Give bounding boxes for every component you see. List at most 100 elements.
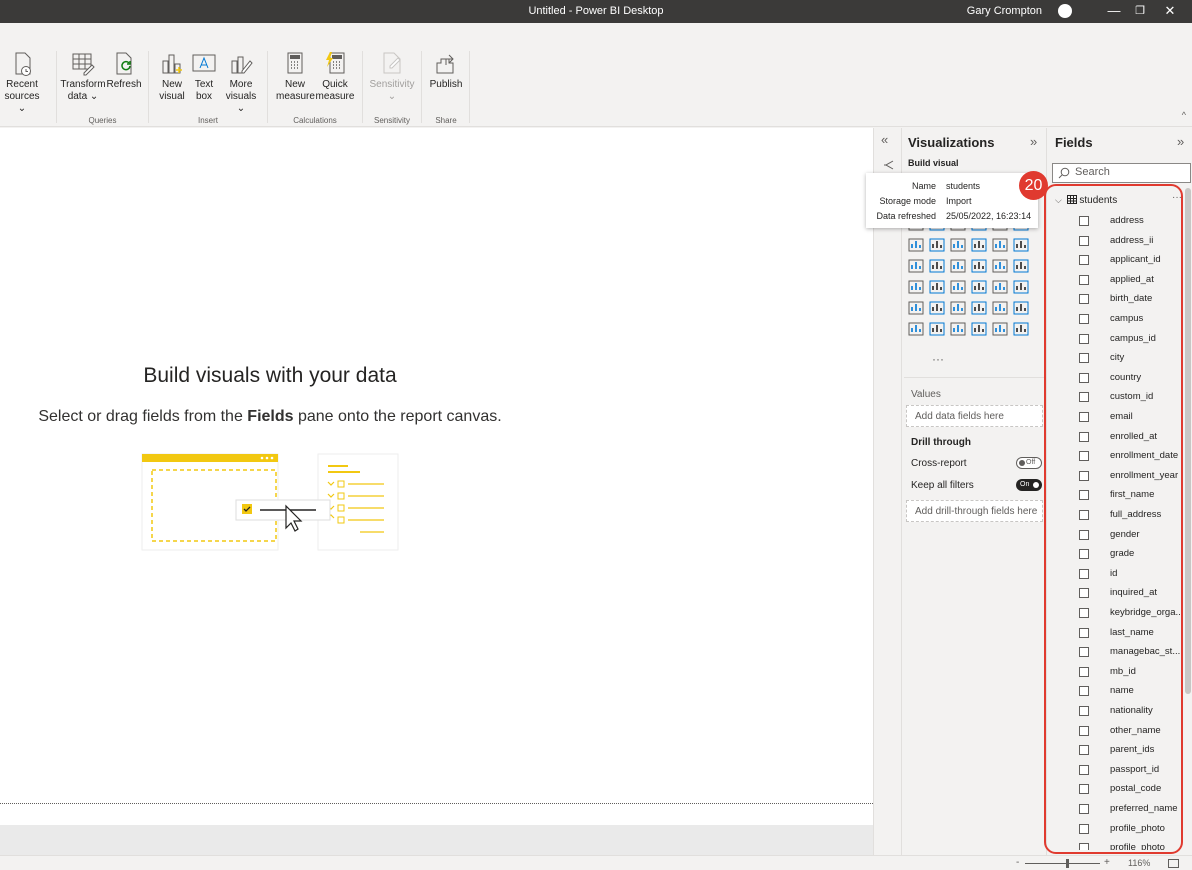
field-checkbox[interactable] xyxy=(1079,529,1089,540)
field-checkbox[interactable] xyxy=(1079,549,1089,560)
decomposition-tree-icon[interactable] xyxy=(908,321,926,337)
paginated-report-icon[interactable] xyxy=(971,321,989,337)
azure-map-icon[interactable] xyxy=(950,279,968,295)
visualizations-collapse-button[interactable]: » xyxy=(1030,134,1037,149)
field-checkbox[interactable] xyxy=(1079,431,1089,442)
r-visual-icon[interactable] xyxy=(971,300,989,316)
line-chart-icon[interactable] xyxy=(908,237,926,253)
field-item[interactable]: grade xyxy=(1047,547,1187,566)
zoom-out-button[interactable]: - xyxy=(1016,857,1019,868)
line-clustered-column-icon[interactable] xyxy=(992,237,1010,253)
field-checkbox[interactable] xyxy=(1079,843,1089,850)
text-box-button[interactable]: Text box xyxy=(190,51,218,103)
more-visuals-dots[interactable]: ··· xyxy=(932,352,944,366)
publish-button[interactable]: Publish xyxy=(427,51,465,91)
field-checkbox[interactable] xyxy=(1079,294,1089,305)
zoom-slider-thumb[interactable] xyxy=(1066,859,1069,868)
fit-to-page-icon[interactable] xyxy=(1168,859,1179,868)
field-item[interactable]: applicant_id xyxy=(1047,253,1187,272)
close-button[interactable]: ✕ xyxy=(1160,2,1180,20)
field-checkbox[interactable] xyxy=(1079,216,1089,226)
field-item[interactable]: applied_at xyxy=(1047,273,1187,292)
field-item[interactable]: gender xyxy=(1047,528,1187,547)
field-item[interactable]: enrollment_date xyxy=(1047,449,1187,468)
field-checkbox[interactable] xyxy=(1079,823,1089,834)
pie-chart-icon[interactable] xyxy=(971,258,989,274)
field-checkbox[interactable] xyxy=(1079,274,1089,285)
slicer-icon[interactable] xyxy=(908,300,926,316)
keep-all-filters-toggle[interactable]: On xyxy=(1016,479,1042,491)
field-checkbox[interactable] xyxy=(1079,510,1089,520)
field-item[interactable]: other_name xyxy=(1047,724,1187,743)
multi-row-card-icon[interactable] xyxy=(992,279,1010,295)
recent-sources-button[interactable]: Recent sources ⌄ xyxy=(2,51,42,115)
field-item[interactable]: passport_id xyxy=(1047,763,1187,782)
ribbon-chart-icon[interactable] xyxy=(1013,237,1031,253)
transform-data-button[interactable]: Transform data ⌄ xyxy=(60,51,106,103)
card-icon[interactable] xyxy=(971,279,989,295)
field-item[interactable]: name xyxy=(1047,684,1187,703)
build-visual-icon[interactable] xyxy=(883,159,895,171)
field-item[interactable]: profile_photo xyxy=(1047,841,1187,850)
quick-measure-button[interactable]: Quick measure xyxy=(314,51,356,103)
field-checkbox[interactable] xyxy=(1079,451,1089,462)
table-icon[interactable] xyxy=(929,300,947,316)
power-apps-icon[interactable] xyxy=(1013,321,1031,337)
field-checkbox[interactable] xyxy=(1079,568,1089,579)
field-item[interactable]: enrolled_at xyxy=(1047,430,1187,449)
new-visual-button[interactable]: New visual xyxy=(155,51,189,103)
drill-through-well[interactable]: Add drill-through fields here xyxy=(906,500,1043,522)
field-checkbox[interactable] xyxy=(1079,490,1089,501)
field-item[interactable]: enrollment_year xyxy=(1047,469,1187,488)
cross-report-toggle[interactable]: Off xyxy=(1016,457,1042,469)
field-item[interactable]: profile_photo xyxy=(1047,822,1187,841)
field-item[interactable]: mb_id xyxy=(1047,665,1187,684)
scatter-icon[interactable] xyxy=(950,258,968,274)
zoom-slider-track[interactable] xyxy=(1025,863,1100,864)
field-item[interactable]: nationality xyxy=(1047,704,1187,723)
field-checkbox[interactable] xyxy=(1079,725,1089,736)
field-checkbox[interactable] xyxy=(1079,333,1089,344)
field-item[interactable]: id xyxy=(1047,567,1187,586)
field-checkbox[interactable] xyxy=(1079,470,1089,481)
field-item[interactable]: full_address xyxy=(1047,508,1187,527)
donut-chart-icon[interactable] xyxy=(992,258,1010,274)
field-item[interactable]: preferred_name xyxy=(1047,802,1187,821)
field-item[interactable]: keybridge_orga... xyxy=(1047,606,1187,625)
search-input[interactable]: Search xyxy=(1052,163,1191,183)
field-checkbox[interactable] xyxy=(1079,706,1089,716)
field-checkbox[interactable] xyxy=(1079,764,1089,775)
field-item[interactable]: postal_code xyxy=(1047,782,1187,801)
minimize-button[interactable]: — xyxy=(1104,2,1124,20)
field-checkbox[interactable] xyxy=(1079,588,1089,599)
field-item[interactable]: address xyxy=(1047,214,1187,233)
field-checkbox[interactable] xyxy=(1079,412,1089,422)
field-checkbox[interactable] xyxy=(1079,686,1089,697)
filters-pane-collapsed[interactable]: « xyxy=(873,128,901,855)
map-icon[interactable] xyxy=(908,279,926,295)
filled-map-icon[interactable] xyxy=(929,279,947,295)
table-more-options-button[interactable]: ··· xyxy=(1172,192,1182,203)
field-item[interactable]: custom_id xyxy=(1047,390,1187,409)
field-item[interactable]: birth_date xyxy=(1047,292,1187,311)
funnel-icon[interactable] xyxy=(929,258,947,274)
report-canvas[interactable]: Build visuals with your data Select or d… xyxy=(0,128,873,825)
stacked-area-icon[interactable] xyxy=(950,237,968,253)
field-checkbox[interactable] xyxy=(1079,647,1089,658)
treemap-icon[interactable] xyxy=(1013,258,1031,274)
field-item[interactable]: managebac_st... xyxy=(1047,645,1187,664)
user-name[interactable]: Gary Crompton xyxy=(967,5,1042,17)
field-checkbox[interactable] xyxy=(1079,666,1089,677)
field-checkbox[interactable] xyxy=(1079,353,1089,364)
field-item[interactable]: email xyxy=(1047,410,1187,429)
avatar[interactable] xyxy=(1058,4,1072,18)
restore-button[interactable]: ❐ xyxy=(1130,2,1150,20)
field-checkbox[interactable] xyxy=(1079,608,1089,618)
more-visuals-button[interactable]: More visuals ⌄ xyxy=(222,51,260,115)
field-item[interactable]: city xyxy=(1047,351,1187,370)
values-well[interactable]: Add data fields here xyxy=(906,405,1043,427)
field-checkbox[interactable] xyxy=(1079,255,1089,266)
field-checkbox[interactable] xyxy=(1079,804,1089,814)
field-item[interactable]: parent_ids xyxy=(1047,743,1187,762)
qa-icon[interactable] xyxy=(929,321,947,337)
